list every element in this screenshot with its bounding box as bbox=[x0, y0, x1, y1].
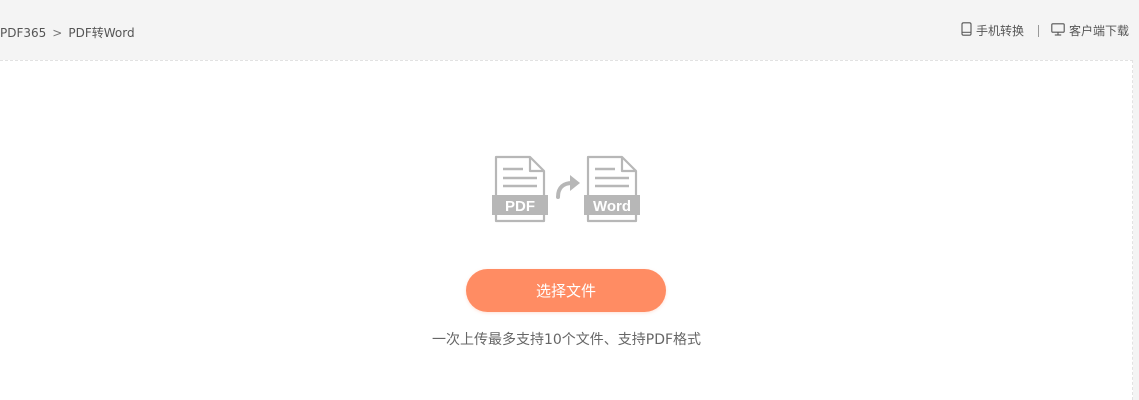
desktop-download-link[interactable]: 客户端下载 bbox=[1051, 22, 1129, 39]
divider bbox=[1037, 24, 1039, 37]
top-bar: PDF365 > PDF转Word 手机转换 客户端下载 bbox=[0, 0, 1139, 60]
breadcrumb-home-link[interactable]: PDF365 bbox=[0, 26, 46, 40]
mobile-convert-label: 手机转换 bbox=[975, 24, 1024, 38]
word-file-icon: Word bbox=[584, 155, 640, 223]
phone-icon bbox=[961, 22, 972, 39]
pdf-label: PDF bbox=[505, 198, 535, 215]
breadcrumb-current: PDF转Word bbox=[68, 26, 135, 40]
upload-panel: PDF Word 选择文件 一次上传最多支持10个文件、支持PDF格式 bbox=[0, 60, 1133, 400]
pdf-file-icon: PDF bbox=[492, 155, 548, 223]
breadcrumb-separator: > bbox=[52, 25, 63, 40]
select-file-button[interactable]: 选择文件 bbox=[466, 269, 666, 312]
upload-hint: 一次上传最多支持10个文件、支持PDF格式 bbox=[431, 332, 702, 348]
header-actions: 手机转换 客户端下载 bbox=[961, 22, 1129, 39]
pdf-to-word-illustration: PDF Word bbox=[492, 155, 640, 223]
monitor-icon bbox=[1051, 22, 1065, 39]
mobile-convert-link[interactable]: 手机转换 bbox=[961, 22, 1024, 39]
word-label: Word bbox=[593, 198, 631, 215]
breadcrumb: PDF365 > PDF转Word bbox=[0, 24, 135, 41]
desktop-download-label: 客户端下载 bbox=[1068, 24, 1129, 38]
curved-arrow-icon bbox=[556, 175, 580, 199]
